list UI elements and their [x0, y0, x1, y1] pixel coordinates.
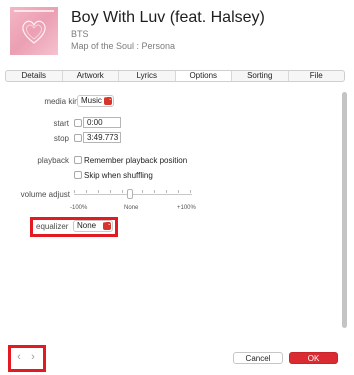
start-label: start — [53, 119, 69, 128]
tab-bar: Details Artwork Lyrics Options Sorting F… — [5, 70, 345, 82]
equalizer-value: None — [77, 221, 97, 230]
remember-position-label: Remember playback position — [84, 156, 188, 165]
volume-tick — [86, 190, 87, 193]
tab-file[interactable]: File — [289, 71, 345, 81]
ok-button[interactable]: OK — [289, 352, 338, 364]
cancel-button[interactable]: Cancel — [233, 352, 283, 364]
playback-label: playback — [37, 156, 69, 165]
equalizer-popup[interactable]: None ⌃⌄ — [73, 220, 113, 232]
header: Boy With Luv (feat. Halsey) BTS Map of t… — [0, 0, 354, 66]
tab-options[interactable]: Options — [175, 71, 232, 81]
track-navigation: ‹ › — [12, 350, 40, 366]
media-kind-value: Music — [81, 96, 102, 105]
skip-shuffle-checkbox[interactable] — [74, 171, 82, 179]
volume-adjust-label: volume adjust — [20, 190, 70, 199]
tab-details[interactable]: Details — [6, 71, 63, 81]
volume-tick — [98, 190, 99, 193]
song-title: Boy With Luv (feat. Halsey) — [71, 9, 265, 26]
volume-tick — [142, 190, 143, 193]
volume-slider-track[interactable] — [74, 194, 192, 195]
tab-artwork[interactable]: Artwork — [63, 71, 119, 81]
previous-track-button[interactable]: ‹ — [12, 350, 26, 366]
media-kind-popup[interactable]: Music ⌃⌄ — [77, 95, 114, 107]
volume-tick — [178, 190, 179, 193]
volume-tick — [166, 190, 167, 193]
skip-shuffle-label: Skip when shuffling — [84, 171, 153, 180]
volume-max-label: +100% — [177, 205, 196, 211]
heart-icon — [22, 20, 46, 44]
remember-position-checkbox[interactable] — [74, 156, 82, 164]
equalizer-label: equalizer — [36, 222, 69, 231]
artist-name: BTS — [71, 29, 89, 39]
start-checkbox[interactable] — [74, 119, 82, 127]
artwork-title-line — [14, 10, 54, 12]
volume-tick — [190, 190, 191, 193]
volume-tick — [154, 190, 155, 193]
volume-mid-label: None — [124, 205, 139, 211]
tab-sorting[interactable]: Sorting — [232, 71, 289, 81]
album-name: Map of the Soul : Persona — [71, 41, 176, 51]
vertical-scrollbar[interactable] — [342, 90, 347, 334]
album-artwork — [10, 7, 58, 55]
tab-lyrics[interactable]: Lyrics — [119, 71, 176, 81]
popup-arrows-icon: ⌃⌄ — [104, 97, 112, 105]
stop-time-field[interactable]: 3:49.773 — [83, 132, 121, 143]
media-kind-label: media kind — [44, 97, 83, 106]
volume-tick — [74, 190, 75, 193]
stop-label: stop — [53, 134, 69, 143]
start-time-field[interactable]: 0:00 — [83, 117, 121, 128]
popup-arrows-icon: ⌃⌄ — [103, 222, 111, 230]
stop-checkbox[interactable] — [74, 134, 82, 142]
next-track-button[interactable]: › — [26, 350, 40, 366]
volume-slider-knob[interactable] — [127, 189, 133, 199]
scrollbar-thumb[interactable] — [342, 92, 347, 328]
volume-min-label: -100% — [70, 205, 88, 211]
volume-tick — [122, 190, 123, 193]
volume-tick — [110, 190, 111, 193]
